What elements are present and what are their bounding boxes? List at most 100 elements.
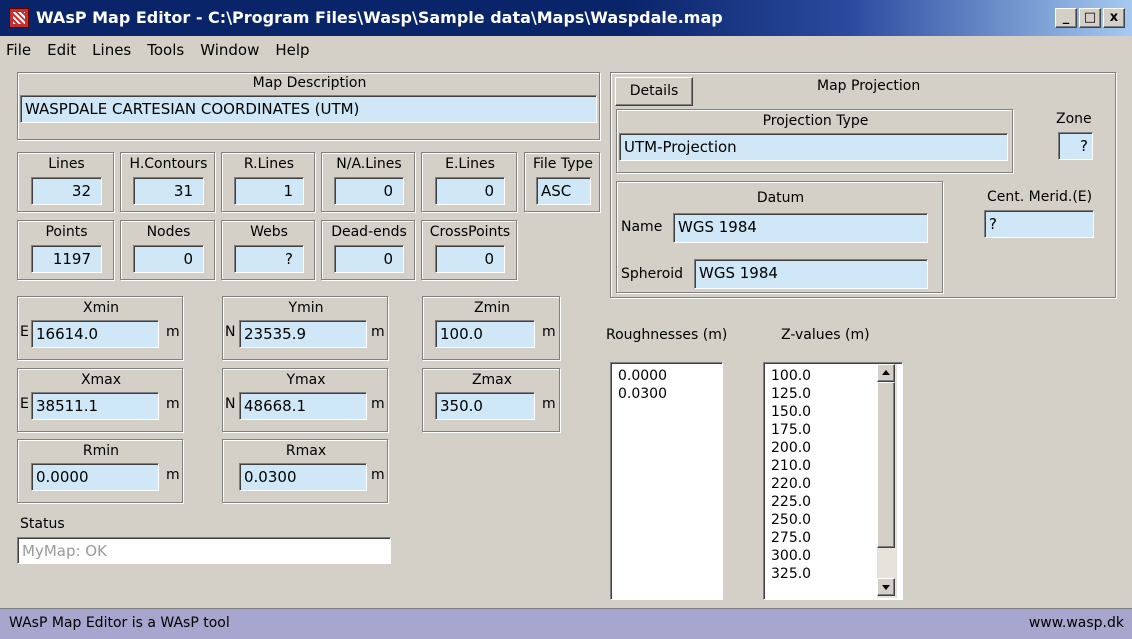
ymin-field[interactable]: 23535.9 [239, 320, 367, 348]
crosspoints-label: CrossPoints [429, 224, 511, 240]
app-icon[interactable] [9, 8, 29, 28]
spheroid-label: Spheroid [621, 266, 684, 282]
map-description-group: Map Description WASPDALE CARTESIAN COORD… [17, 72, 600, 140]
zmax-group: Zmax 350.0 m [422, 368, 560, 432]
menu-lines[interactable]: Lines [84, 36, 139, 64]
zone-field[interactable]: ? [1058, 132, 1093, 160]
menu-window[interactable]: Window [192, 36, 267, 64]
close-button[interactable]: x [1103, 8, 1125, 28]
zmax-field[interactable]: 350.0 [435, 392, 535, 420]
menu-tools[interactable]: Tools [139, 36, 192, 64]
list-item[interactable]: 0.0300 [611, 385, 722, 403]
zvalues-scrollbar[interactable] [877, 364, 897, 598]
xmin-group: Xmin E 16614.0 m [17, 296, 183, 360]
file-type-field[interactable]: ASC [536, 177, 591, 205]
dead-ends-field[interactable]: 0 [334, 245, 404, 273]
map-projection-group: Details Map Projection Projection Type U… [610, 72, 1116, 298]
nalines-field[interactable]: 0 [334, 177, 404, 205]
xmin-prefix: E [20, 324, 29, 340]
projection-type-label: Projection Type [762, 113, 869, 129]
hcontours-group: H.Contours 31 [120, 152, 215, 212]
roughnesses-list[interactable]: 0.0000 0.0300 [610, 362, 723, 600]
rmax-group: Rmax 0.0300 m [222, 439, 388, 503]
hcontours-label: H.Contours [129, 156, 208, 172]
zmin-unit: m [542, 324, 556, 340]
ymax-label: Ymax [286, 372, 326, 388]
ymin-label: Ymin [288, 300, 324, 316]
cent-merid-field[interactable]: ? [984, 210, 1094, 238]
menu-help[interactable]: Help [267, 36, 317, 64]
ymax-unit: m [371, 396, 385, 412]
minimize-button[interactable]: _ [1055, 8, 1077, 28]
webs-label: Webs [250, 224, 288, 240]
menu-bar: File Edit Lines Tools Window Help [0, 36, 1132, 64]
statusbar-text: WAsP Map Editor is a WAsP tool [9, 615, 230, 631]
arrow-down-icon [882, 585, 890, 590]
zmin-group: Zmin 100.0 m [422, 296, 560, 360]
ymax-field[interactable]: 48668.1 [239, 392, 367, 420]
webs-field[interactable]: ? [234, 245, 304, 273]
statusbar-url[interactable]: www.wasp.dk [1029, 615, 1124, 631]
status-label: Status [20, 516, 65, 532]
map-description-label: Map Description [252, 75, 367, 91]
zmin-field[interactable]: 100.0 [435, 320, 535, 348]
ymin-prefix: N [225, 324, 236, 340]
scroll-up-button[interactable] [877, 364, 895, 382]
rlines-field[interactable]: 1 [234, 177, 304, 205]
xmin-field[interactable]: 16614.0 [31, 320, 159, 348]
nodes-group: Nodes 0 [120, 220, 215, 280]
status-bar: WAsP Map Editor is a WAsP tool www.wasp.… [0, 608, 1132, 639]
file-type-label: File Type [532, 156, 594, 172]
xmax-unit: m [166, 396, 180, 412]
xmin-label: Xmin [83, 300, 119, 316]
xmax-label: Xmax [80, 372, 122, 388]
details-button[interactable]: Details [615, 77, 693, 106]
ymax-prefix: N [225, 396, 236, 412]
maximize-button[interactable]: □ [1079, 8, 1101, 28]
rmax-field[interactable]: 0.0300 [239, 463, 367, 491]
rmin-unit: m [166, 467, 180, 483]
menu-file[interactable]: File [0, 36, 39, 64]
nodes-field[interactable]: 0 [133, 245, 204, 273]
hcontours-field[interactable]: 31 [133, 177, 204, 205]
elines-field[interactable]: 0 [435, 177, 505, 205]
file-type-group: File Type ASC [524, 152, 600, 212]
xmax-group: Xmax E 38511.1 m [17, 368, 183, 432]
crosspoints-field[interactable]: 0 [435, 245, 505, 273]
xmax-prefix: E [20, 396, 29, 412]
rmin-group: Rmin 0.0000 m [17, 439, 183, 503]
datum-name-label: Name [621, 219, 663, 235]
cent-merid-label: Cent. Merid.(E) [987, 189, 1093, 205]
ymin-group: Ymin N 23535.9 m [222, 296, 388, 360]
rmax-label: Rmax [285, 443, 327, 459]
lines-label: Lines [48, 156, 85, 172]
status-field[interactable]: MyMap: OK [17, 537, 391, 564]
map-description-field[interactable]: WASPDALE CARTESIAN COORDINATES (UTM) [20, 95, 597, 123]
rmin-field[interactable]: 0.0000 [31, 463, 159, 491]
dead-ends-group: Dead-ends 0 [321, 220, 415, 280]
elines-label: E.Lines [445, 156, 495, 172]
webs-group: Webs ? [221, 220, 315, 280]
projection-type-group: Projection Type UTM-Projection [616, 109, 1013, 173]
menu-edit[interactable]: Edit [39, 36, 84, 64]
ymin-unit: m [371, 324, 385, 340]
dead-ends-label: Dead-ends [331, 224, 407, 240]
scroll-down-button[interactable] [877, 578, 895, 596]
spheroid-field[interactable]: WGS 1984 [694, 259, 928, 289]
map-projection-label: Map Projection [817, 78, 921, 94]
datum-label: Datum [756, 190, 805, 206]
zone-label: Zone [1056, 111, 1092, 127]
list-item[interactable]: 0.0000 [611, 367, 722, 385]
nalines-group: N/A.Lines 0 [321, 152, 415, 212]
projection-type-field[interactable]: UTM-Projection [619, 133, 1008, 161]
xmax-field[interactable]: 38511.1 [31, 392, 159, 420]
scroll-thumb[interactable] [877, 382, 895, 548]
lines-field[interactable]: 32 [31, 177, 102, 205]
points-field[interactable]: 1197 [31, 245, 102, 273]
points-label: Points [45, 224, 88, 240]
zvalues-list[interactable]: 100.0 125.0 150.0 175.0 200.0 210.0 220.… [763, 362, 903, 600]
ymax-group: Ymax N 48668.1 m [222, 368, 388, 432]
rlines-group: R.Lines 1 [221, 152, 315, 212]
points-group: Points 1197 [17, 220, 114, 280]
datum-name-field[interactable]: WGS 1984 [673, 213, 928, 243]
